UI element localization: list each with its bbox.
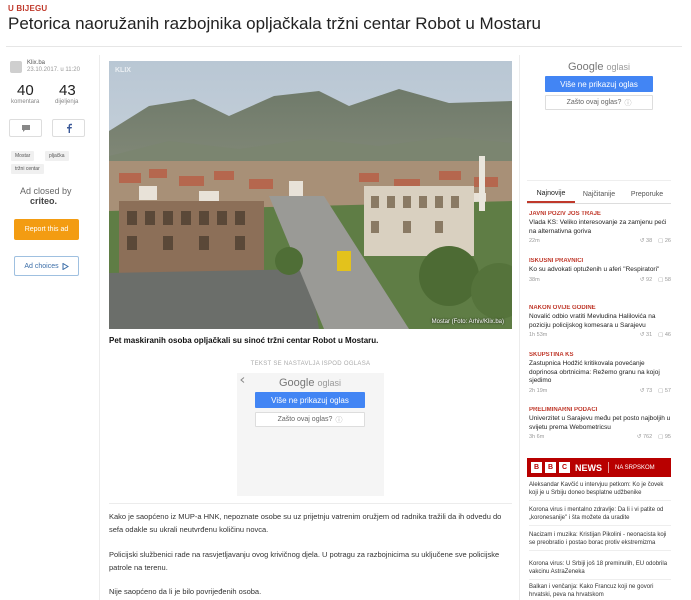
- news-shares: ↺ 31: [639, 332, 653, 338]
- column-divider: [99, 55, 100, 600]
- tag-trzni-centar[interactable]: tržni centar: [11, 164, 44, 174]
- news-shares: ↺ 73: [639, 387, 653, 394]
- news-shares: ↺ 92: [639, 276, 653, 283]
- bbc-logo-letter: B: [531, 462, 542, 473]
- news-comments: ▢ 46: [658, 332, 671, 338]
- news-title[interactable]: Zastupnica Hodžić kritikovala povećanje …: [529, 360, 671, 386]
- tab-najcitanije[interactable]: Najčitanije: [575, 186, 623, 203]
- news-category: ISKUSNI PRAVNICI: [529, 258, 584, 264]
- comment-icon: [21, 124, 30, 132]
- comments-count[interactable]: 40: [17, 82, 34, 99]
- facebook-share-button[interactable]: [52, 119, 85, 137]
- hide-ad-button[interactable]: Više ne prikazuj oglas: [545, 76, 653, 92]
- news-item[interactable]: ISKUSNI PRAVNICI Ko su advokati optuženi…: [529, 258, 671, 283]
- news-title[interactable]: Vlada KS: Veliko interesovanje za zamjen…: [529, 219, 671, 236]
- divider: [6, 46, 682, 47]
- news-category: PRELIMINARNI PODACI: [529, 407, 598, 413]
- ad-continues-label: TEKST SE NASTAVLJA ISPOD OGLASA: [250, 361, 371, 367]
- bbc-news-item[interactable]: Aleksandar Kavčić u intervjuu petkom: Ko…: [529, 481, 671, 501]
- why-this-ad-label: Zašto ovaj oglas?: [566, 99, 622, 106]
- google-ads-logo: Google oglasi: [568, 61, 630, 73]
- news-comments: ▢ 57: [658, 387, 671, 394]
- news-title[interactable]: Univerzitet u Sarajevu među pet posto na…: [529, 415, 671, 432]
- hide-ad-button[interactable]: Više ne prikazuj oglas: [255, 392, 365, 408]
- news-time: 2h 19m: [529, 387, 548, 394]
- bbc-news-banner[interactable]: B B C NEWS NA SRPSKOM: [527, 458, 671, 477]
- ad-back-icon[interactable]: [240, 377, 246, 383]
- news-category: NAKON OVIJE GODINE: [529, 305, 596, 311]
- why-this-ad-label: Zašto ovaj oglas?: [277, 416, 333, 423]
- why-this-ad-button[interactable]: Zašto ovaj oglas? ⓘ: [255, 412, 365, 427]
- bbc-news-item[interactable]: Balkan i venčanja: Kako Francuz koji ne …: [529, 583, 671, 600]
- ad-closed-text: Ad closed by: [20, 186, 72, 196]
- bbc-news-label: NEWS: [575, 462, 602, 473]
- google-ads-logo: Google oglasi: [279, 377, 341, 389]
- news-item[interactable]: NAKON OVIJE GODINE Novalić odbio vratiti…: [529, 305, 671, 338]
- report-ad-button[interactable]: Report this ad: [14, 219, 79, 240]
- news-time: 38m: [529, 276, 540, 283]
- article-paragraph: Kako je saopćeno iz MUP-a HNK, nepoznate…: [109, 512, 502, 534]
- bbc-language-label: NA SRPSKOM: [615, 464, 655, 471]
- news-shares: ↺ 762: [636, 434, 653, 440]
- news-item[interactable]: SKUPŠTINA KS Zastupnica Hodžić kritikova…: [529, 352, 671, 394]
- news-title[interactable]: Novalić odbio vratiti Mevludina Halilovi…: [529, 313, 671, 330]
- news-category: JAVNI POZIV JOŠ TRAJE: [529, 211, 601, 217]
- google-label: Google: [568, 61, 604, 73]
- comments-label: komentara: [11, 99, 40, 105]
- google-ad-box: Google oglasi Više ne prikazuj oglas Zaš…: [237, 373, 384, 496]
- news-item[interactable]: PRELIMINARNI PODACI Univerzitet u Saraje…: [529, 407, 671, 440]
- photo-caption: Pet maskiranih osoba opljačkali su sinoć…: [109, 336, 379, 345]
- sidebar-tabs: Najnovije Najčitanije Preporuke: [527, 186, 671, 204]
- article-photo[interactable]: KLIX Mostar (Foto: Arhiv/Klix.ba): [109, 61, 512, 329]
- source-logo: [10, 61, 22, 73]
- news-shares: ↺ 38: [639, 238, 653, 244]
- bbc-news-item[interactable]: Korona virus: U Srbiji još 18 preminulih…: [529, 560, 671, 580]
- adchoices-label: Ad choices: [24, 262, 59, 270]
- tab-najnovije[interactable]: Najnovije: [527, 186, 575, 203]
- info-icon: ⓘ: [335, 416, 343, 424]
- adchoices-button[interactable]: Ad choices: [14, 256, 79, 276]
- article-paragraph: Nije saopćeno da li je bilo povrijeđenih…: [109, 587, 262, 596]
- photo-credit: Mostar (Foto: Arhiv/Klix.ba): [431, 319, 504, 325]
- news-comments: ▢ 26: [658, 238, 671, 244]
- tab-preporuke[interactable]: Preporuke: [623, 186, 671, 203]
- news-category: SKUPŠTINA KS: [529, 352, 574, 358]
- article-category: U BIJEGU: [8, 4, 48, 13]
- news-time: 1h 53m: [529, 332, 548, 338]
- news-time: 3h 6m: [529, 434, 545, 440]
- bbc-news-item[interactable]: Nacizam i muzika: Kristijan Pikolini - n…: [529, 531, 671, 551]
- google-label: Google: [279, 377, 315, 389]
- article-paragraph: Policijski službenici rade na rasvjetlja…: [109, 550, 500, 572]
- divider: [608, 462, 609, 473]
- column-divider: [519, 55, 520, 600]
- tag-mostar[interactable]: Mostar: [11, 151, 35, 161]
- news-time: 22m: [529, 238, 540, 244]
- mostar-cityscape-image: [109, 61, 512, 329]
- info-icon: ⓘ: [624, 99, 632, 107]
- divider: [109, 503, 512, 504]
- bbc-logo-letter: B: [545, 462, 556, 473]
- tag-pljacka[interactable]: pljačka: [45, 151, 69, 161]
- bbc-news-item[interactable]: Korona virus i mentalno zdravlje: Da li …: [529, 506, 671, 526]
- oglasi-label: oglasi: [606, 62, 630, 72]
- source-name[interactable]: Klix.ba: [27, 60, 45, 66]
- comment-button[interactable]: [9, 119, 42, 137]
- sidebar-google-ad: Google oglasi Više ne prikazuj oglas Zaš…: [527, 55, 671, 181]
- news-comments: ▢ 95: [658, 434, 671, 440]
- criteo-logo: criteo.: [30, 196, 58, 206]
- why-this-ad-button[interactable]: Zašto ovaj oglas? ⓘ: [545, 95, 653, 110]
- article-title: Petorica naoružanih razbojnika opljačkal…: [8, 14, 541, 33]
- bbc-logo-letter: C: [559, 462, 570, 473]
- adchoices-icon: [62, 262, 69, 270]
- shares-count: 43: [59, 82, 76, 99]
- photo-watermark: KLIX: [115, 67, 131, 74]
- news-comments: ▢ 58: [658, 276, 671, 283]
- news-item[interactable]: JAVNI POZIV JOŠ TRAJE Vlada KS: Veliko i…: [529, 211, 671, 244]
- oglasi-label: oglasi: [317, 378, 341, 388]
- news-title[interactable]: Ko su advokati optuženih u aferi "Respir…: [529, 266, 671, 275]
- shares-label: dijeljenja: [55, 99, 79, 105]
- facebook-icon: [66, 123, 72, 133]
- publish-date: 23.10.2017. u 11:20: [27, 67, 80, 73]
